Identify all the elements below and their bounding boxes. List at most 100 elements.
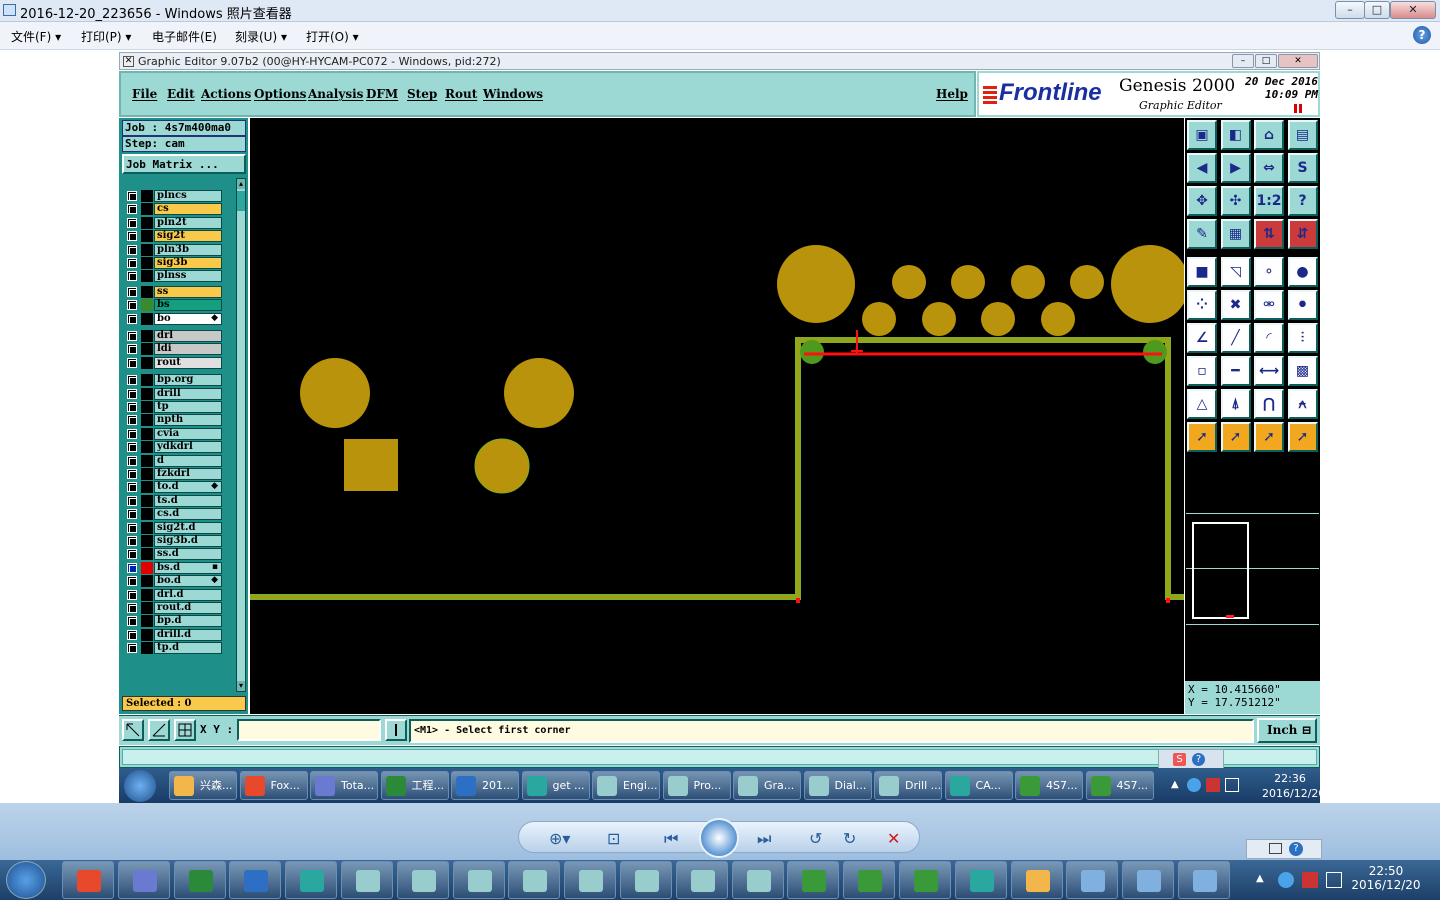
pan-left-icon[interactable]: ◀ (1187, 153, 1217, 183)
layer-checkbox[interactable] (127, 191, 137, 201)
layer-color-swatch[interactable] (141, 401, 153, 413)
layer-checkbox[interactable] (127, 522, 137, 533)
center-icon[interactable]: ✣ (1220, 186, 1251, 216)
inner-task-item[interactable]: 4S7... (1015, 771, 1083, 800)
pointer-select-icon[interactable]: ➚ (1220, 422, 1251, 452)
layer-row[interactable]: drill.d (123, 628, 223, 641)
menu-file[interactable]: 文件(F) ▾ (11, 28, 61, 45)
snap-icon[interactable] (122, 719, 144, 741)
layer-row[interactable]: sig2t.d (123, 521, 223, 534)
layer-checkbox[interactable] (127, 482, 137, 493)
select-pad-icon[interactable]: ● (1287, 257, 1318, 287)
menu-item-dfm[interactable]: DFM (366, 87, 398, 101)
excel-icon[interactable] (899, 861, 951, 899)
inner-task-item[interactable]: Engi... (592, 771, 660, 800)
job-matrix-button[interactable]: Job Matrix ... (122, 154, 246, 174)
layer-color-swatch[interactable] (141, 243, 153, 256)
layer-color-swatch[interactable] (141, 575, 153, 588)
pad[interactable] (1041, 302, 1075, 336)
pan-right-icon[interactable]: ▶ (1220, 153, 1251, 183)
pause-icon[interactable] (1294, 104, 1302, 113)
layer-checkbox[interactable] (127, 509, 137, 520)
layer-color-swatch[interactable] (141, 454, 153, 467)
zoom-icon[interactable]: ⊕▾ (549, 829, 570, 848)
layer-name[interactable]: drill.d (154, 628, 222, 641)
genesis-icon[interactable] (731, 861, 784, 899)
display-icon[interactable] (1225, 778, 1239, 792)
layer-checkbox[interactable] (127, 388, 137, 399)
layer-color-swatch[interactable] (141, 312, 153, 325)
layer-color-swatch[interactable] (141, 642, 153, 655)
pad[interactable] (981, 302, 1015, 336)
keyboard-icon[interactable] (1269, 843, 1282, 854)
genesis-icon[interactable] (564, 861, 617, 899)
measure-icon[interactable] (148, 719, 170, 741)
layer-checkbox[interactable] (127, 258, 137, 268)
rotate-right-icon[interactable]: ↻ (843, 829, 856, 848)
inner-task-item[interactable]: Pro... (662, 771, 731, 800)
photo-viewer-icon[interactable] (1122, 861, 1175, 899)
start-button[interactable] (6, 861, 46, 899)
canvas-drawing[interactable] (250, 118, 1184, 714)
delete-feature-icon[interactable]: ✖ (1220, 290, 1251, 320)
layer-color-swatch[interactable] (141, 427, 153, 440)
layer-color-swatch[interactable] (141, 561, 153, 574)
slideshow-icon[interactable] (699, 818, 739, 858)
layer-color-swatch[interactable] (141, 628, 153, 641)
layer-name[interactable]: drill (154, 387, 222, 400)
pad[interactable] (1070, 265, 1104, 299)
layer-color-swatch[interactable] (141, 588, 153, 601)
layer-name[interactable]: sig3b (154, 257, 222, 269)
input-method-icon[interactable]: S (1173, 753, 1186, 766)
connect-icon[interactable]: ⚫ (1287, 290, 1318, 320)
fiducial[interactable] (800, 340, 824, 364)
layer-checkbox[interactable] (127, 271, 137, 282)
layer-name[interactable]: bs.d ▪ (154, 561, 222, 574)
layer-row[interactable]: fzkdrl (123, 468, 223, 480)
layer-color-swatch[interactable] (141, 270, 153, 283)
genesis-minimize-button[interactable]: – (1232, 54, 1254, 68)
menu-item-step[interactable]: Step (407, 87, 437, 101)
menu-item-rout[interactable]: Rout (445, 87, 477, 101)
layer-name[interactable]: plnss (154, 270, 222, 283)
layer-name[interactable]: cs (154, 203, 222, 216)
window-icon[interactable]: ▤ (1287, 120, 1318, 150)
layer-name[interactable]: sig2t.d (154, 521, 222, 534)
pad[interactable] (300, 358, 370, 428)
layer-name[interactable]: drl (154, 330, 222, 342)
pad[interactable] (922, 302, 956, 336)
layer-row[interactable]: rout (123, 356, 223, 369)
layer-checkbox[interactable] (127, 286, 137, 297)
layer-row[interactable]: drl.d (123, 588, 223, 601)
inner-task-item[interactable]: get ... (521, 771, 590, 800)
layer-row[interactable]: ss (123, 285, 223, 298)
layer-row[interactable]: bs (123, 299, 223, 312)
layer-checkbox[interactable] (127, 603, 137, 613)
layer-row[interactable]: d (123, 454, 223, 467)
photo-viewer-icon[interactable] (1066, 861, 1119, 899)
flag-icon[interactable] (1206, 778, 1220, 792)
layer-color-swatch[interactable] (141, 615, 153, 628)
inner-clock[interactable]: 22:36 2016/12/20 (1262, 772, 1325, 800)
query-icon[interactable]: ? (1287, 186, 1318, 216)
layer-name[interactable]: drl.d (154, 588, 222, 601)
scroll-up-icon[interactable]: ▴ (237, 179, 245, 189)
network-icon[interactable] (1187, 778, 1201, 792)
pointer-rotate-icon[interactable]: ➚ (1254, 422, 1284, 452)
layer-checkbox[interactable] (127, 402, 137, 412)
excel-icon[interactable] (787, 861, 840, 899)
layer-row[interactable]: cs.d (123, 508, 223, 521)
menu-item-windows[interactable]: Windows (483, 87, 543, 101)
layer-name[interactable]: bp.d (154, 615, 222, 628)
layer-name[interactable]: ss.d (154, 548, 222, 561)
clock[interactable]: 22:50 2016/12/20 (1350, 864, 1422, 892)
layer-row[interactable]: cvia (123, 427, 223, 440)
inner-task-item[interactable]: Fox... (239, 771, 308, 800)
genesis-close-button[interactable]: ✕ (1278, 54, 1318, 68)
layer-row[interactable]: drill (123, 387, 223, 400)
layer-color-swatch[interactable] (141, 257, 153, 269)
next-icon[interactable]: ⏭ (757, 829, 771, 849)
layer-name[interactable]: tp.d (154, 642, 222, 655)
xy-input[interactable] (237, 719, 381, 741)
layer-row[interactable]: ydkdrl (123, 441, 223, 454)
